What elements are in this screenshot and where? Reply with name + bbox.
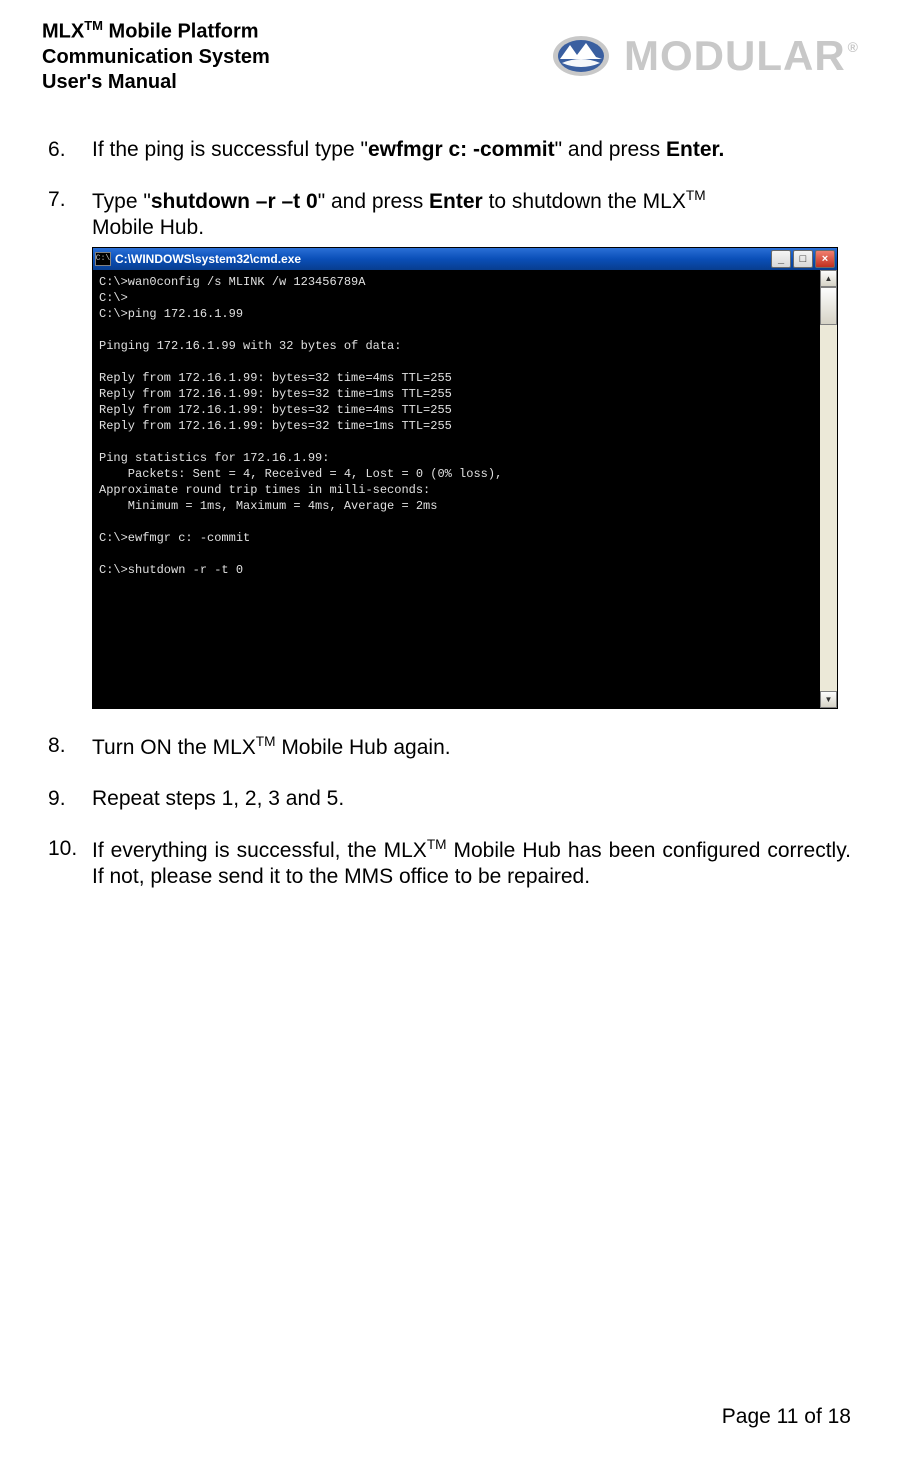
logo-badge-icon: [552, 35, 610, 77]
step-6-mid: " and press: [555, 138, 666, 161]
step-10-pre: If everything is successful, the MLX: [92, 839, 427, 862]
logo-registered-icon: ®: [848, 39, 859, 55]
step-6-cmd: ewfmgr c: -commit: [368, 138, 555, 161]
scroll-thumb[interactable]: [820, 287, 837, 325]
page-footer: Page 11 of 18: [722, 1405, 851, 1429]
step-6-enter: Enter.: [666, 138, 724, 161]
title-mlx: MLX: [42, 21, 84, 43]
step-7-mid: " and press: [318, 190, 429, 213]
title-line-1: MLXTM Mobile Platform: [42, 18, 270, 45]
title-suffix: Mobile Platform: [103, 21, 259, 43]
close-button[interactable]: ×: [815, 250, 835, 268]
brand-logo: MODULAR®: [552, 32, 857, 80]
window-controls: _ □ ×: [771, 250, 835, 268]
title-tm: TM: [84, 18, 103, 33]
logo-wordmark: MODULAR®: [624, 32, 857, 80]
cmd-scrollbar[interactable]: ▲ ▼: [820, 270, 837, 708]
minimize-button[interactable]: _: [771, 250, 791, 268]
step-7-pre: Type ": [92, 190, 151, 213]
step-8-pre: Turn ON the MLX: [92, 736, 256, 759]
step-7-line1: Type "shutdown –r –t 0" and press Enter …: [92, 187, 851, 215]
cmd-titlebar[interactable]: C:\ C:\WINDOWS\system32\cmd.exe _ □ ×: [93, 248, 837, 270]
step-10-tm: TM: [427, 837, 447, 852]
page-content: If the ping is successful type "ewfmgr c…: [0, 95, 899, 891]
steps-list: If the ping is successful type "ewfmgr c…: [48, 137, 851, 891]
scroll-down-button[interactable]: ▼: [820, 691, 837, 708]
cmd-output[interactable]: C:\>wan0config /s MLINK /w 123456789A C:…: [93, 270, 820, 708]
step-9: Repeat steps 1, 2, 3 and 5.: [48, 786, 851, 812]
manual-title: MLXTM Mobile Platform Communication Syst…: [42, 18, 270, 95]
page-header: MLXTM Mobile Platform Communication Syst…: [0, 0, 899, 95]
scroll-track[interactable]: [820, 287, 837, 691]
cmd-window: C:\ C:\WINDOWS\system32\cmd.exe _ □ × C:…: [92, 247, 838, 709]
title-line-3: User's Manual: [42, 70, 270, 95]
cmd-title: C:\WINDOWS\system32\cmd.exe: [115, 252, 771, 267]
step-7-enter: Enter: [429, 190, 483, 213]
step-7: Type "shutdown –r –t 0" and press Enter …: [48, 187, 851, 710]
step-10: If everything is successful, the MLXTM M…: [48, 836, 851, 891]
step-8-post: Mobile Hub again.: [275, 736, 450, 759]
cmd-app-icon: C:\: [95, 252, 111, 266]
step-7-cmd: shutdown –r –t 0: [151, 190, 318, 213]
step-8-tm: TM: [256, 734, 276, 749]
step-7-after: to shutdown the MLX: [483, 190, 686, 213]
logo-word: MODULAR: [624, 32, 846, 80]
step-6-pre: If the ping is successful type ": [92, 138, 368, 161]
scroll-up-button[interactable]: ▲: [820, 270, 837, 287]
cmd-body: C:\>wan0config /s MLINK /w 123456789A C:…: [93, 270, 837, 708]
step-8: Turn ON the MLXTM Mobile Hub again.: [48, 733, 851, 761]
step-7-line2: Mobile Hub.: [92, 215, 851, 241]
maximize-button[interactable]: □: [793, 250, 813, 268]
title-line-2: Communication System: [42, 45, 270, 70]
step-7-tm: TM: [686, 188, 706, 203]
step-6: If the ping is successful type "ewfmgr c…: [48, 137, 851, 163]
